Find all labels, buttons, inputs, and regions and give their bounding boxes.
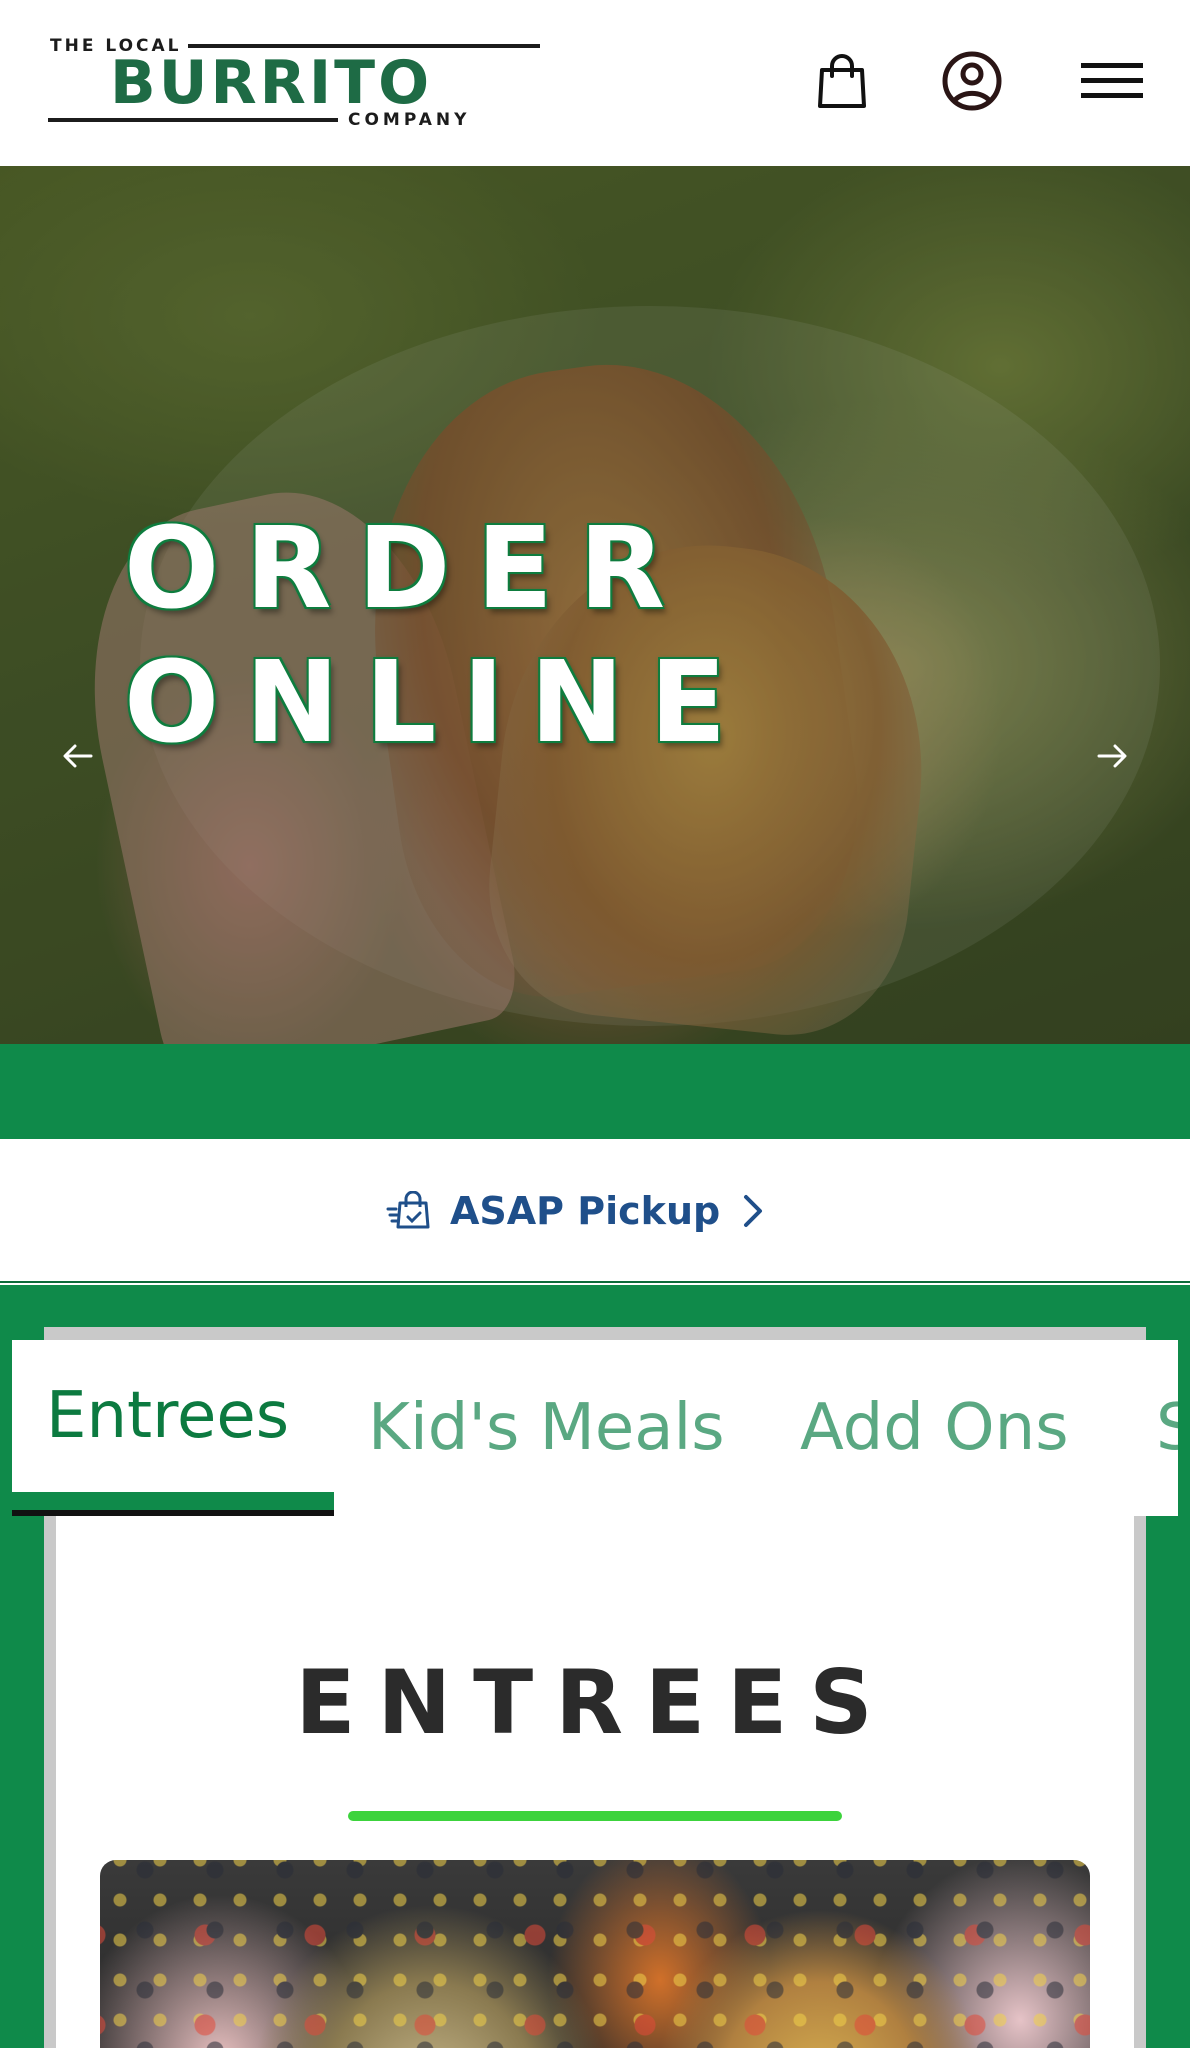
tab-truncated[interactable]: S xyxy=(1156,1340,1178,1516)
section-title-rule xyxy=(348,1811,842,1821)
logo-line-3: COMPANY xyxy=(348,110,471,130)
hero-title: ORDER ONLINE xyxy=(124,502,752,770)
pickup-bar: ASAP Pickup xyxy=(0,1139,1190,1283)
hero-title-line-1: ORDER xyxy=(124,504,692,634)
tab-add-ons[interactable]: Add Ons xyxy=(800,1340,1069,1516)
active-tab-indicator xyxy=(12,1492,334,1516)
green-divider-band xyxy=(0,1044,1190,1139)
tab-entrees[interactable]: Entrees xyxy=(46,1340,289,1504)
pickup-mode-button[interactable]: ASAP Pickup xyxy=(386,1183,766,1239)
entrees-food-image[interactable] xyxy=(100,1860,1090,2048)
carousel-next-arrow-icon[interactable] xyxy=(1092,736,1132,776)
hero-banner: ORDER ONLINE xyxy=(0,166,1190,1044)
menu-section: ENTREES Entrees Kid's Meals Add Ons S xyxy=(0,1285,1190,2048)
tab-kids-meals[interactable]: Kid's Meals xyxy=(368,1340,725,1516)
hero-title-line-2: ONLINE xyxy=(124,638,753,768)
section-title: ENTREES xyxy=(295,1651,895,1754)
user-account-icon[interactable] xyxy=(941,48,1003,114)
chevron-right-icon xyxy=(744,1195,763,1227)
pickup-bag-icon xyxy=(386,1191,430,1229)
hamburger-menu-icon[interactable] xyxy=(1080,48,1144,114)
shopping-bag-icon[interactable] xyxy=(811,48,873,114)
menu-category-tabs: Entrees Kid's Meals Add Ons S xyxy=(12,1340,1178,1516)
brand-logo[interactable]: THE LOCAL BURRITO COMPANY xyxy=(48,36,542,132)
logo-rule-bottom xyxy=(48,118,338,122)
pickup-label: ASAP Pickup xyxy=(450,1189,721,1233)
carousel-prev-arrow-icon[interactable] xyxy=(58,736,98,776)
site-header: THE LOCAL BURRITO COMPANY xyxy=(0,0,1190,166)
logo-line-2: BURRITO xyxy=(110,48,433,118)
